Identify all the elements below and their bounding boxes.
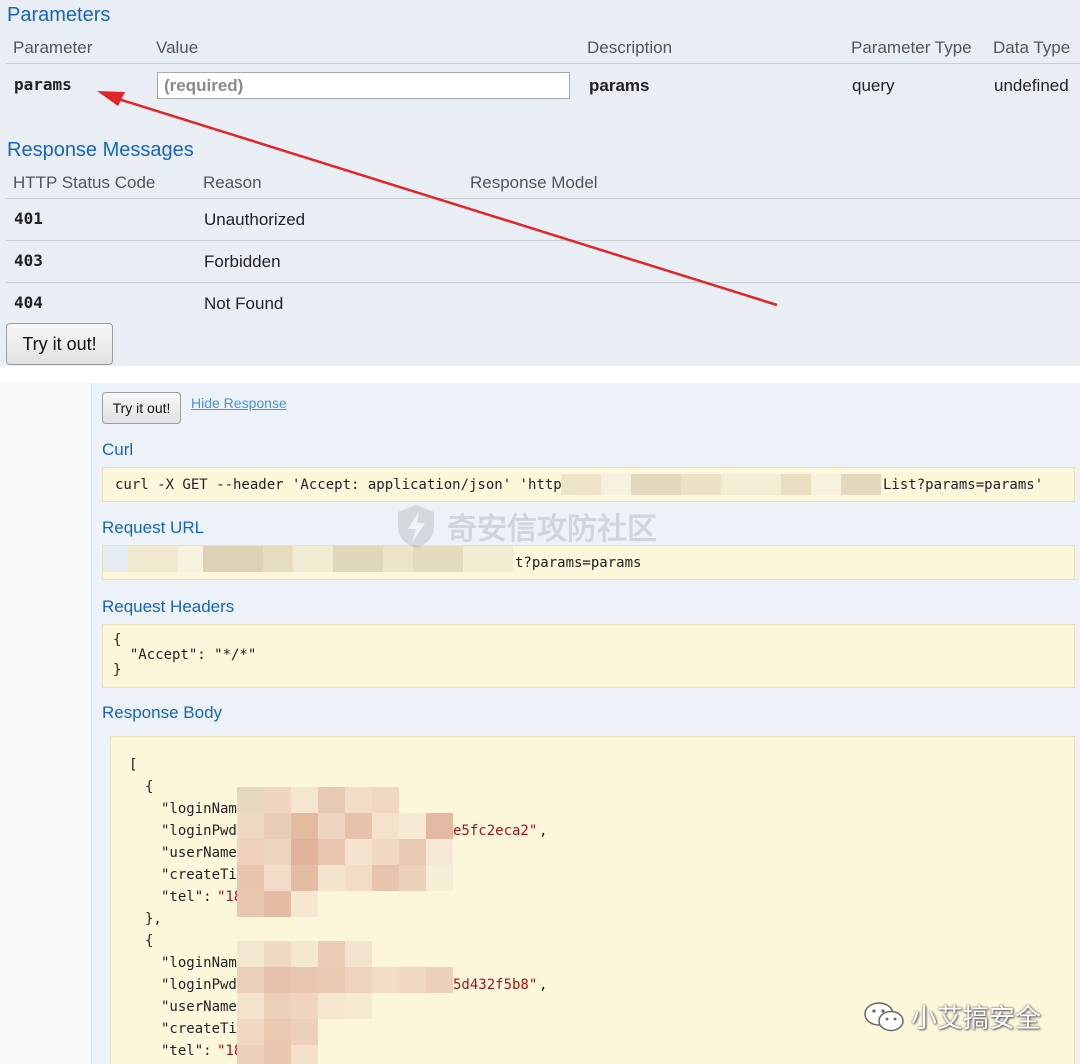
json-key: "loginPwd" — [161, 977, 246, 993]
request-url-suffix: t?params=params — [515, 555, 642, 571]
try-it-out-button[interactable]: Try it out! — [6, 323, 113, 365]
json-key: "loginName — [161, 955, 246, 971]
redacted-values — [237, 941, 453, 1064]
redacted-host — [561, 474, 881, 495]
header-value: Value — [156, 38, 199, 57]
response-panel: Try it out! Hide Response Curl curl -X G… — [0, 383, 1080, 1064]
table-divider — [6, 198, 1080, 199]
redacted-url — [103, 546, 513, 572]
wechat-badge: 小艾搞安全 — [863, 998, 1041, 1035]
status-reason: Forbidden — [204, 252, 281, 271]
parameters-title: Parameters — [7, 4, 111, 26]
request-url-title: Request URL — [102, 518, 205, 537]
header-response-model: Response Model — [470, 173, 598, 192]
json-key: "createTim — [161, 867, 246, 883]
curl-suffix: List?params=params' — [883, 477, 1044, 493]
request-url-box: t?params=params — [102, 545, 1075, 580]
wechat-icon — [864, 1001, 904, 1031]
param-description: params — [589, 76, 650, 95]
curl-box: curl -X GET --header 'Accept: applicatio… — [102, 467, 1075, 502]
header-data-type: Data Type — [993, 38, 1071, 57]
params-value-input[interactable] — [157, 72, 570, 99]
response-body-title: Response Body — [102, 703, 223, 722]
response-content: Try it out! Hide Response Curl curl -X G… — [91, 383, 1080, 1064]
watermark: 奇安信攻防社区 — [393, 503, 657, 549]
json-value: e5fc2eca2" — [453, 823, 538, 839]
json-close-brace: }, — [145, 911, 162, 927]
header-reason: Reason — [203, 173, 262, 192]
header-parameter-type: Parameter Type — [851, 38, 972, 57]
param-data-type: undefined — [994, 76, 1069, 95]
hide-response-link[interactable]: Hide Response — [191, 395, 287, 411]
json-key: "loginName — [161, 801, 246, 817]
request-headers-title: Request Headers — [102, 597, 235, 616]
watermark-text: 奇安信攻防社区 — [447, 512, 657, 547]
json-value: 5d432f5b8" — [453, 977, 538, 993]
redacted-values — [237, 787, 453, 917]
curl-title: Curl — [102, 440, 134, 459]
json-key: "userName" — [161, 845, 246, 861]
param-type: query — [852, 76, 895, 95]
status-code: 401 — [14, 209, 43, 228]
status-reason: Unauthorized — [204, 210, 306, 229]
request-headers-box: { "Accept": "*/*" } — [102, 624, 1075, 688]
json-open-bracket: [ — [129, 757, 138, 773]
json-open-brace: { — [145, 779, 154, 795]
row-divider — [6, 282, 1080, 283]
json-key: "loginPwd" — [161, 823, 246, 839]
param-name: params — [14, 75, 72, 94]
header-http-status-code: HTTP Status Code — [13, 173, 156, 192]
try-it-out-button-small[interactable]: Try it out! — [102, 392, 181, 424]
header-parameter: Parameter — [13, 38, 93, 57]
json-key: "createTim — [161, 1021, 246, 1037]
request-headers-text: { "Accept": "*/*" } — [113, 632, 257, 678]
status-reason: Not Found — [204, 294, 284, 313]
json-key: "userName" — [161, 999, 246, 1015]
status-code: 404 — [14, 293, 43, 312]
wechat-label: 小艾搞安全 — [911, 1004, 1042, 1034]
header-description: Description — [587, 38, 673, 57]
curl-prefix: curl -X GET --header 'Accept: applicatio… — [115, 477, 579, 493]
json-open-brace: { — [145, 933, 154, 949]
lightning-shield-icon — [398, 505, 434, 548]
table-divider — [6, 63, 1080, 64]
parameters-panel: Parameters Parameter Value Description P… — [0, 0, 1080, 366]
status-code: 403 — [14, 251, 43, 270]
json-key: "tel": — [161, 889, 221, 905]
json-key: "tel": — [161, 1043, 221, 1059]
response-messages-title: Response Messages — [7, 139, 194, 161]
row-divider — [6, 240, 1080, 241]
